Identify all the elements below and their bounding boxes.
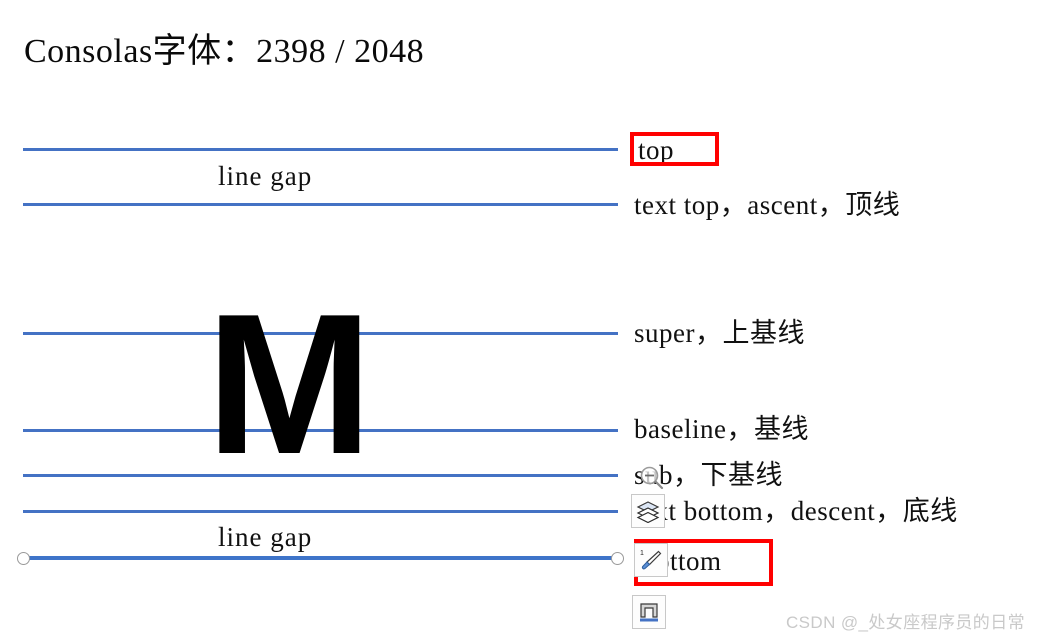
label-baseline: baseline，基线 [634,414,809,444]
line-gap-label-upper: line gap [218,161,313,191]
line-gap-label-lower: line gap [218,522,313,552]
svg-text:1: 1 [640,550,644,557]
label-text-top: text top，ascent，顶线 [634,190,901,220]
sample-glyph: M [206,273,373,496]
label-text-bottom: text bottom，descent，底线 [634,496,958,526]
brush-icon[interactable]: 1 [634,543,668,577]
watermark-text: CSDN @_处女座程序员的日常 [786,613,1026,632]
metric-line-top[interactable] [23,148,618,151]
metric-line-bottom[interactable] [23,556,618,560]
metric-line-text-top[interactable] [23,203,618,206]
zoom-out-icon[interactable] [634,460,668,494]
label-super: super，上基线 [634,318,805,348]
shape-handle-end[interactable] [611,552,624,565]
metric-line-text-bottom[interactable] [23,510,618,513]
annotation-box-top [630,132,719,166]
shape-handle-start[interactable] [17,552,30,565]
baseline-box-icon[interactable] [632,595,666,629]
layers-icon[interactable] [631,494,665,528]
screenshot-canvas: Consolas字体：2398 / 2048 line gap line gap… [0,0,1063,644]
page-title: Consolas字体：2398 / 2048 [24,33,425,70]
